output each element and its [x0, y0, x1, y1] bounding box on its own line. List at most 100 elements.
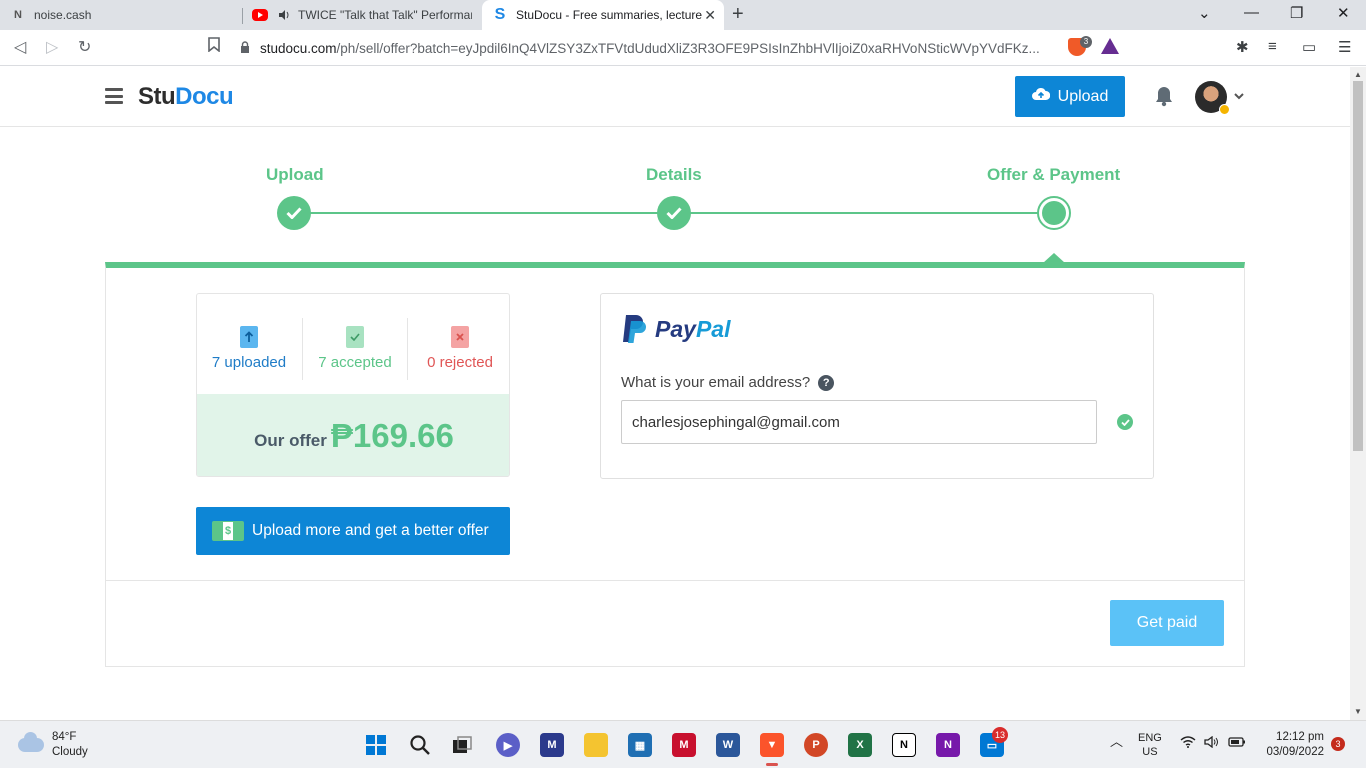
browser-tabstrip: N noise.cash TWICE "Talk that Talk" Perf… — [0, 0, 1366, 30]
browser-toolbar: ◁ ▷ ↻ studocu.com/ph/sell/offer?batch=ey… — [0, 30, 1366, 66]
wifi-icon[interactable] — [1180, 736, 1196, 752]
tab-search-chevron-icon[interactable]: ⌄ — [1198, 4, 1211, 22]
upload-button[interactable]: Upload — [1015, 76, 1125, 117]
restore-icon[interactable]: ❐ — [1290, 4, 1303, 22]
offer-band: Our offer ₱169.66 — [197, 394, 509, 476]
uploaded-count: 7 uploaded — [211, 354, 287, 371]
paypal-mark-icon — [621, 314, 647, 344]
scrollbar-thumb[interactable] — [1353, 81, 1363, 451]
noise-cash-favicon-icon: N — [14, 9, 22, 21]
cash-icon — [212, 521, 244, 541]
shield-count-badge: 3 — [1080, 36, 1092, 48]
wallet-icon[interactable]: ▭ — [1302, 38, 1316, 56]
app-editor-icon[interactable]: M — [540, 733, 564, 757]
volume-icon[interactable] — [1204, 735, 1220, 752]
search-icon[interactable] — [408, 733, 432, 757]
microsoft-store-icon[interactable]: ▦ — [628, 733, 652, 757]
tray-overflow-chevron-icon[interactable]: ︿ — [1110, 735, 1123, 749]
paypal-email-input[interactable] — [621, 400, 1097, 444]
logo-stu: Stu — [138, 83, 176, 110]
hamburger-menu-icon[interactable] — [105, 88, 123, 104]
logo-docu: Docu — [175, 83, 234, 110]
battery-icon[interactable] — [1228, 737, 1246, 751]
url-path: /ph/sell/offer?batch=eyJpdil6InQ4VlZSY3Z… — [336, 40, 1040, 56]
app-badge-count: 13 — [992, 727, 1008, 743]
address-bar[interactable]: studocu.com/ph/sell/offer?batch=eyJpdil6… — [240, 34, 1130, 62]
minimize-icon[interactable]: — — [1244, 4, 1259, 21]
url-text: studocu.com/ph/sell/offer?batch=eyJpdil6… — [260, 41, 1070, 56]
scroll-down-icon[interactable]: ▼ — [1354, 707, 1362, 716]
new-tab-icon[interactable]: + — [732, 3, 744, 26]
accepted-doc-icon — [346, 326, 364, 348]
stat-rejected: 0 rejected — [408, 318, 509, 380]
language-code: ENG — [1138, 732, 1162, 744]
extensions-icon[interactable]: ✱ — [1236, 38, 1249, 56]
clock-date: 03/09/2022 — [1266, 746, 1324, 758]
tab-youtube-twice[interactable]: TWICE "Talk that Talk" Performance — [242, 0, 482, 30]
get-paid-button[interactable]: Get paid — [1110, 600, 1224, 646]
back-icon[interactable]: ◁ — [14, 37, 26, 57]
keyboard-region: US — [1142, 746, 1158, 758]
paypal-pal: Pal — [695, 315, 731, 342]
paypal-pay: Pay — [655, 315, 696, 342]
paypal-logo: PayPal — [621, 314, 730, 344]
tab-title: noise.cash — [34, 8, 92, 22]
weather-widget[interactable]: 84°F Cloudy — [18, 730, 88, 760]
file-explorer-icon[interactable] — [584, 733, 608, 757]
mcafee-icon[interactable]: M — [672, 733, 696, 757]
accepted-count: 7 accepted — [318, 354, 392, 371]
weather-condition: Cloudy — [52, 746, 88, 758]
paypal-wordmark: PayPal — [655, 316, 730, 343]
tab-title: StuDocu - Free summaries, lecture — [516, 8, 703, 22]
reload-icon[interactable]: ↻ — [78, 37, 91, 57]
tab-noise-cash[interactable]: N noise.cash — [0, 0, 242, 30]
brave-rewards-icon[interactable] — [1101, 38, 1119, 54]
menu-icon[interactable]: ☰ — [1338, 38, 1351, 56]
lock-icon — [240, 40, 250, 56]
notion-icon[interactable]: N — [892, 733, 916, 757]
premium-badge-icon — [1219, 104, 1230, 115]
notification-count-badge[interactable]: 3 — [1331, 737, 1345, 751]
upload-button-label: Upload — [1057, 87, 1109, 105]
upload-doc-icon — [240, 326, 258, 348]
notification-bell-icon[interactable] — [1154, 85, 1174, 107]
studocu-favicon-icon: S — [494, 6, 506, 23]
email-label: What is your email address? ? — [621, 374, 835, 391]
upload-more-button[interactable]: Upload more and get a better offer — [196, 507, 510, 555]
teams-chat-icon[interactable]: ▶ — [496, 733, 520, 757]
help-question-icon[interactable]: ? — [818, 374, 835, 391]
language-indicator[interactable]: ENG US — [1138, 731, 1162, 759]
chevron-down-icon[interactable] — [1234, 89, 1244, 103]
cloud-upload-icon — [1031, 87, 1050, 106]
task-view-icon[interactable] — [450, 733, 474, 757]
tab-studocu[interactable]: S StuDocu - Free summaries, lecture ✕ — [482, 0, 724, 30]
onenote-icon[interactable]: N — [936, 733, 960, 757]
bookmark-icon[interactable] — [208, 37, 220, 57]
weather-temperature: 84°F — [52, 731, 77, 743]
studocu-logo[interactable]: StuDocu — [138, 83, 234, 111]
document-stats-box: 7 uploaded 7 accepted 0 rejected Our off… — [196, 293, 510, 477]
step-details-check-icon — [657, 196, 691, 230]
speaker-icon[interactable] — [276, 7, 292, 23]
site-header: StuDocu Upload — [0, 67, 1350, 127]
rejected-count: 0 rejected — [427, 354, 493, 371]
step-label-offer-payment: Offer & Payment — [987, 165, 1121, 184]
page-scrollbar[interactable]: ▲ ▼ — [1350, 67, 1366, 720]
scroll-up-icon[interactable]: ▲ — [1354, 70, 1362, 79]
forward-icon[interactable]: ▷ — [46, 37, 58, 57]
media-controls-icon[interactable]: ≡ — [1268, 38, 1277, 55]
brave-browser-icon[interactable]: ▼ — [760, 733, 784, 766]
system-clock[interactable]: 12:12 pm 03/09/2022 — [1256, 730, 1324, 760]
close-window-icon[interactable]: ✕ — [1337, 4, 1350, 22]
close-tab-icon[interactable]: ✕ — [704, 7, 716, 24]
stat-uploaded: 7 uploaded — [197, 318, 301, 380]
word-icon[interactable]: W — [716, 733, 740, 757]
powerpoint-icon[interactable]: P — [804, 733, 828, 757]
card-footer-divider — [105, 580, 1245, 581]
rejected-doc-icon — [451, 326, 469, 348]
windows-start-icon[interactable] — [364, 733, 388, 757]
offer-amount: ₱169.66 — [330, 417, 454, 454]
tab-title: TWICE "Talk that Talk" Performance — [298, 8, 472, 22]
step-label-upload: Upload — [266, 165, 324, 184]
excel-icon[interactable]: X — [848, 733, 872, 757]
